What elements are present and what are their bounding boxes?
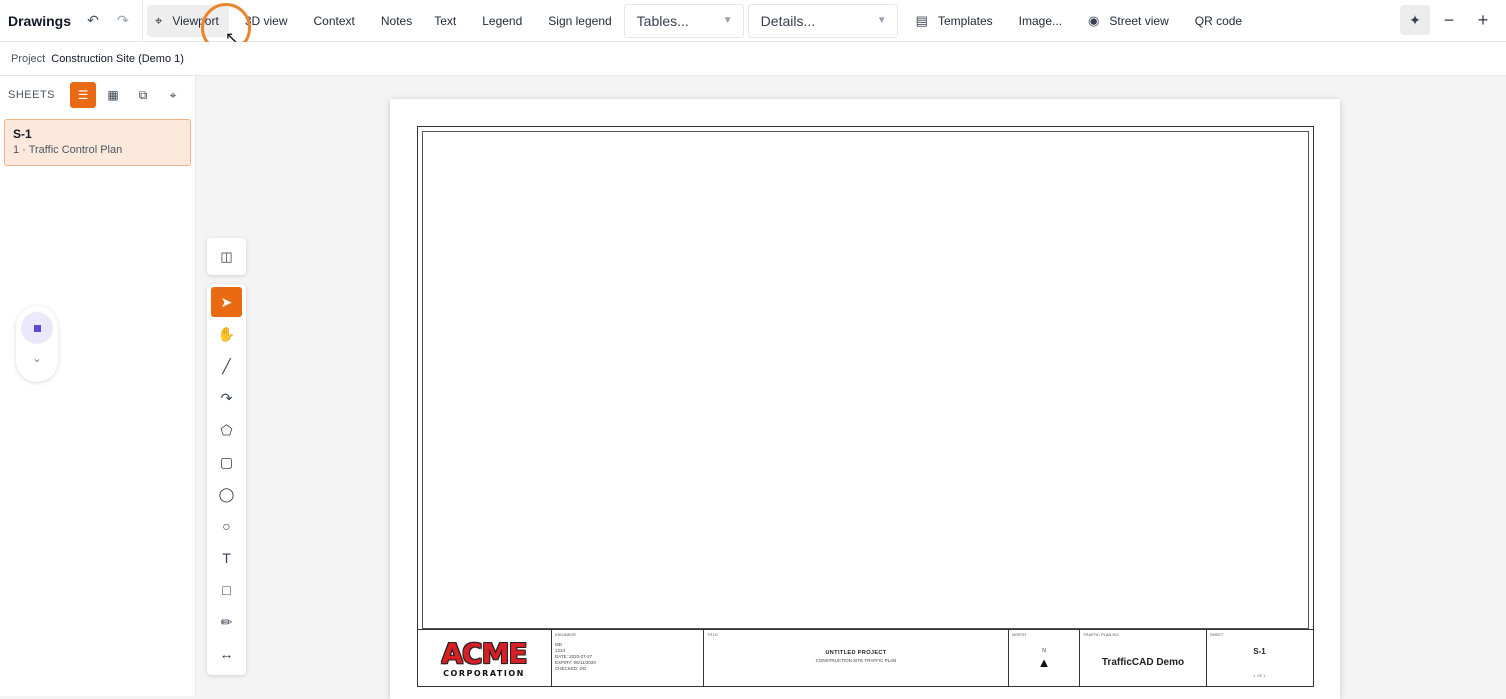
drawing-tools: ➤ ✋ ╱ ↷ ⬠ ▢ ◯ ○ T □ ✏ ↔	[207, 284, 246, 675]
line-tool-icon[interactable]: ╱	[211, 351, 242, 381]
logo-main-text: ACME	[441, 636, 527, 670]
divider	[142, 0, 143, 42]
chevron-down-icon[interactable]: ⌄	[16, 352, 58, 365]
logo-sub-text: CORPORATION	[443, 668, 525, 678]
tool-palette: ◫ ➤ ✋ ╱ ↷ ⬠ ▢ ◯ ○ T □ ✏ ↔	[207, 238, 246, 675]
details-select-value: Details...	[760, 12, 816, 29]
engineer-caption: ENGINEER	[555, 632, 576, 637]
sheets-title: SHEETS	[8, 89, 56, 101]
sheet-number: S-1	[1253, 647, 1266, 656]
chevron-down-icon: ▼	[722, 15, 733, 26]
add-sheet-icon[interactable]: ⧉	[130, 82, 156, 108]
title-block: ACME CORPORATION ENGINEER MD 1234 DATE: …	[417, 629, 1314, 687]
engineer-cell: ENGINEER MD 1234 DATE: 2020-07-27 EXPIRY…	[552, 630, 704, 687]
north-letter: N	[1042, 648, 1046, 654]
sheet-of: 1 OF 1	[1253, 673, 1266, 678]
polygon-tool-icon[interactable]: ⬠	[211, 415, 242, 445]
plan-caption: TRAFFIC PLAN NO.	[1083, 632, 1120, 637]
sheet-name: 1 · Traffic Control Plan	[13, 144, 123, 156]
sheet-caption: SHEET	[1210, 632, 1224, 637]
sheets-header: SHEETS ☰ ▦ ⧉ ⌖	[0, 76, 195, 114]
crop-icon: ⌖	[155, 12, 163, 28]
select-tool-icon[interactable]: ➤	[211, 287, 242, 317]
dimension-tool-icon[interactable]: ↔	[211, 639, 242, 669]
engineer-line: CHECKED: DG	[555, 666, 587, 671]
project-subtitle: CONSTRUCTION SITE TRAFFIC PLAN	[815, 658, 897, 663]
layer-icon[interactable]	[21, 312, 53, 344]
templates-icon: ▤	[915, 12, 928, 28]
camera-icon: ◉	[1088, 12, 1100, 28]
brand-name: TrafficCAD Demo	[1101, 657, 1185, 668]
sheet-cell: SHEET S-1 1 OF 1	[1207, 630, 1312, 687]
layer-switcher[interactable]: ⌄	[16, 306, 58, 382]
title-caption: TITLE	[707, 632, 718, 637]
small-circle-tool-icon[interactable]: ○	[211, 511, 242, 541]
viewport-button[interactable]: ⌖ Viewport	[147, 4, 229, 37]
project-bar: Project Construction Site (Demo 1)	[0, 42, 1506, 76]
details-select[interactable]: Details... ▼	[747, 3, 898, 38]
zoom-in-icon[interactable]: +	[1468, 5, 1498, 35]
text-tool-icon[interactable]: T	[211, 543, 242, 573]
north-caption: NORTH	[1012, 632, 1027, 637]
rectangle-tool-icon[interactable]: ▢	[211, 447, 242, 477]
north-arrow-icon: ▲	[1037, 655, 1051, 670]
image-button[interactable]: Image...	[1009, 6, 1072, 36]
circle-tool-icon[interactable]: ◯	[211, 479, 242, 509]
redo-icon[interactable]: ↷	[108, 6, 138, 36]
street-view-label: Street view	[1109, 13, 1169, 28]
crop-icon[interactable]: ⌖	[160, 82, 186, 108]
3d-view-button[interactable]: 3D view	[235, 6, 298, 36]
templates-label: Templates	[937, 13, 993, 28]
sheet-item-s1[interactable]: S-1 1 · Traffic Control Plan	[4, 119, 191, 166]
chevron-down-icon: ▼	[876, 15, 887, 26]
sign-legend-button[interactable]: Sign legend	[538, 6, 621, 36]
stamp-icon[interactable]: ◫	[207, 238, 246, 275]
project-name[interactable]: Construction Site (Demo 1)	[51, 53, 184, 65]
plan-cell: TRAFFIC PLAN NO. TrafficCAD Demo	[1080, 630, 1207, 687]
project-title: UNTITLED PROJECT	[825, 650, 887, 656]
text-button[interactable]: Text	[424, 6, 466, 36]
top-toolbar: Drawings ↶ ↷ ⌖ Viewport 3D view Context …	[0, 0, 1506, 42]
sheets-sidebar: SHEETS ☰ ▦ ⧉ ⌖ S-1 1 · Traffic Control P…	[0, 76, 196, 696]
context-button[interactable]: Context	[304, 6, 365, 36]
north-cell: NORTH N ▲	[1009, 630, 1080, 687]
title-cell: TITLE UNTITLED PROJECT CONSTRUCTION SITE…	[704, 630, 1009, 687]
qr-code-button[interactable]: QR code	[1185, 6, 1252, 36]
drawing-area[interactable]	[422, 131, 1309, 629]
street-view-button[interactable]: ◉ Street view	[1078, 6, 1179, 36]
fit-view-icon[interactable]: ✦	[1400, 5, 1430, 35]
zoom-out-icon[interactable]: −	[1434, 5, 1464, 35]
sheet-code: S-1	[13, 127, 32, 141]
undo-icon[interactable]: ↶	[78, 6, 108, 36]
legend-button[interactable]: Legend	[472, 6, 532, 36]
list-view-icon[interactable]: ☰	[70, 82, 96, 108]
viewport-label: Viewport	[172, 13, 219, 28]
comment-tool-icon[interactable]: □	[211, 575, 242, 605]
project-label: Project	[11, 52, 46, 65]
notes-button[interactable]: Notes	[371, 6, 422, 36]
grid-view-icon[interactable]: ▦	[100, 82, 126, 108]
templates-button[interactable]: ▤ Templates	[906, 6, 1003, 36]
company-logo: ACME CORPORATION	[417, 630, 552, 687]
app-title: Drawings	[8, 12, 72, 29]
tables-select-value: Tables...	[636, 12, 689, 29]
arc-tool-icon[interactable]: ↷	[211, 383, 242, 413]
tables-select[interactable]: Tables... ▼	[623, 3, 744, 38]
pan-tool-icon[interactable]: ✋	[211, 319, 242, 349]
measure-tool-icon[interactable]: ✏	[211, 607, 242, 637]
